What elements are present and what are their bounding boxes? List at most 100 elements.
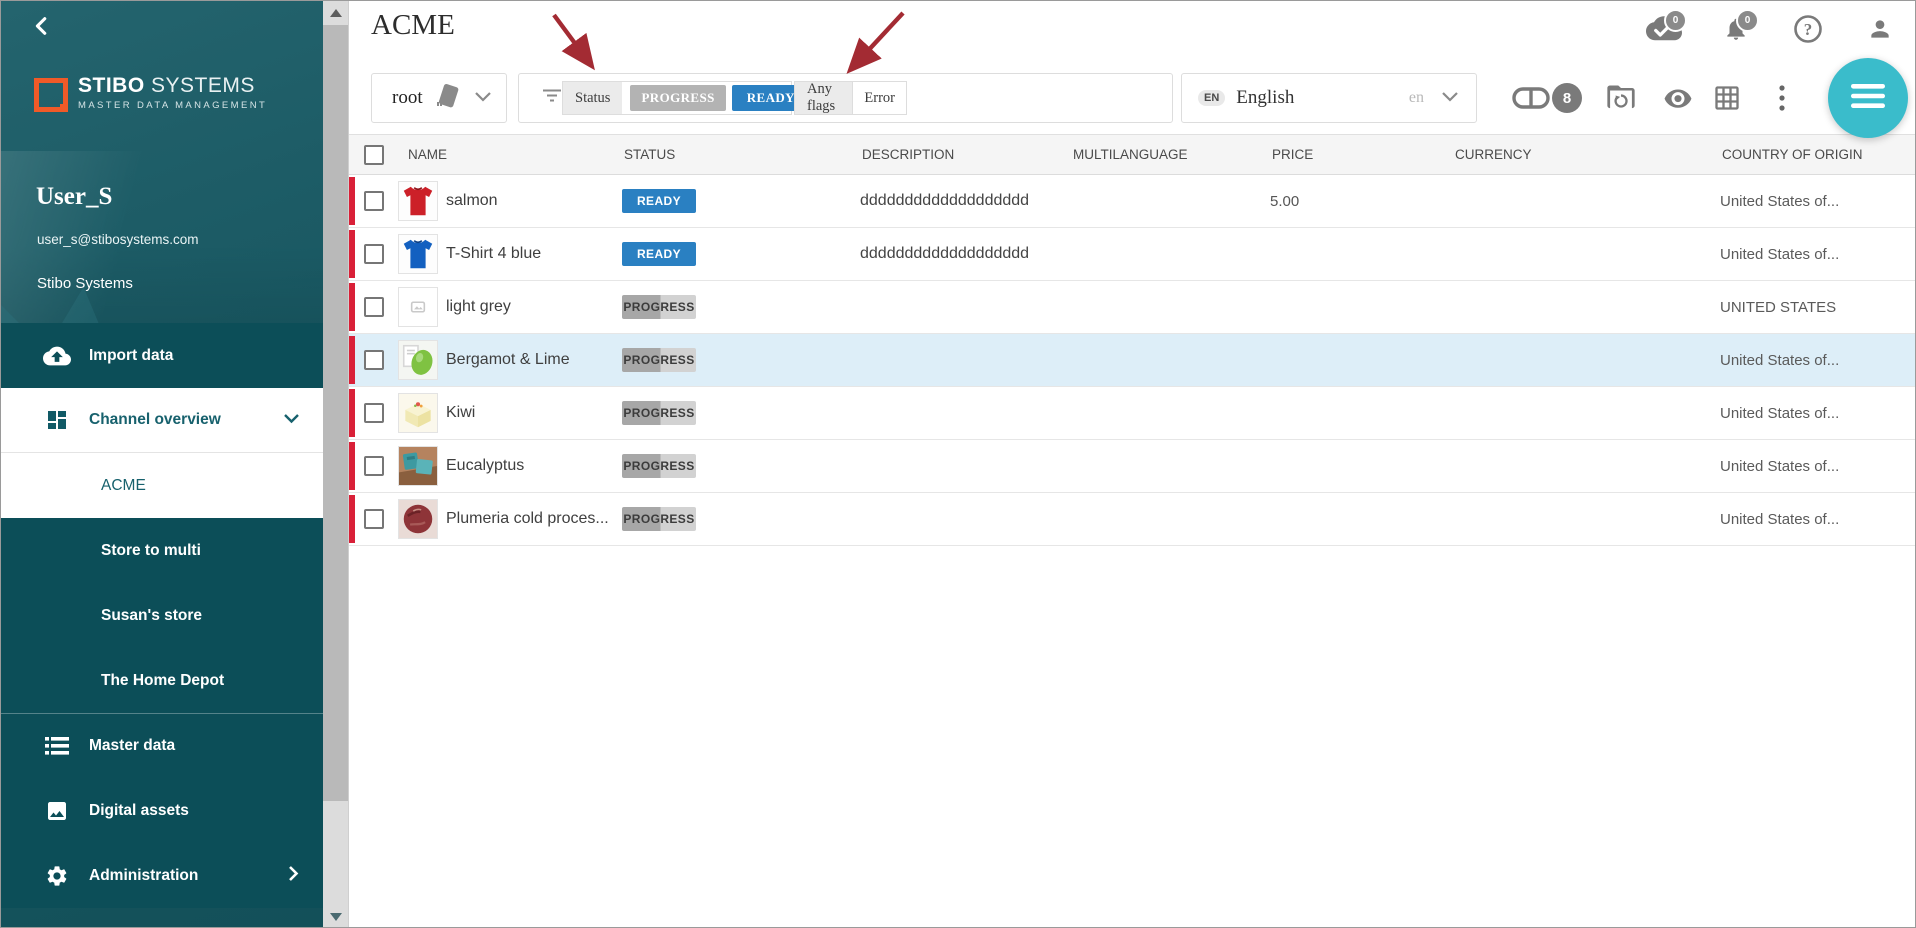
context-selector-label: root (392, 87, 423, 109)
selection-count-badge[interactable]: 8 (1552, 83, 1582, 113)
row-checkbox[interactable] (364, 350, 384, 370)
select-all-checkbox[interactable] (364, 145, 384, 165)
notification-count-badge: 0 (1664, 9, 1687, 32)
table-row[interactable]: light greyPROGRESSUNITED STATES (349, 281, 1916, 334)
sidebar-item-administration[interactable]: Administration (1, 843, 323, 908)
sidebar-item-the-home-depot[interactable]: The Home Depot (1, 648, 323, 713)
gear-icon (43, 862, 71, 890)
product-description: ddddddddddddddddddd (860, 245, 1050, 263)
column-header-multilanguage[interactable]: MULTILANGUAGE (1065, 147, 1270, 162)
sidebar-item-label: Susan's store (101, 607, 202, 625)
notification-count-badge: 0 (1736, 9, 1759, 32)
filter-bar: StatusPROGRESSREADY Any flagsError (518, 73, 1173, 123)
product-name: salmon (446, 192, 622, 210)
row-flag-stripe (349, 283, 355, 331)
scrollbar-thumb[interactable] (323, 25, 348, 801)
more-options-kebab-icon[interactable] (1767, 73, 1797, 123)
sidebar-item-channel-overview[interactable]: Channel overview (1, 388, 323, 453)
row-checkbox[interactable] (364, 297, 384, 317)
chevron-down-icon (284, 411, 299, 429)
svg-text:?: ? (1804, 20, 1813, 39)
dashboard-icon (43, 406, 71, 434)
table-view-icon[interactable] (1704, 73, 1750, 123)
row-checkbox[interactable] (364, 244, 384, 264)
sidebar-item-store-to-multi[interactable]: Store to multi (1, 518, 323, 583)
row-flag-stripe (349, 495, 355, 543)
scroll-up-arrow-icon[interactable] (330, 9, 342, 17)
sidebar-item-label: ACME (101, 477, 146, 495)
table-row[interactable]: EucalyptusPROGRESSUnited States of... (349, 440, 1916, 493)
sidebar-scrollbar[interactable] (323, 1, 349, 928)
filter-icon[interactable] (541, 88, 563, 109)
table-row[interactable]: KiwiPROGRESSUnited States of... (349, 387, 1916, 440)
product-name: Plumeria cold proces... (446, 510, 622, 528)
column-header-currency[interactable]: CURRENCY (1453, 147, 1720, 162)
table-row[interactable]: Plumeria cold proces...PROGRESSUnited St… (349, 493, 1916, 546)
row-flag-stripe (349, 442, 355, 490)
cloud-upload-icon (43, 342, 71, 370)
compare-toggle-icon[interactable] (1509, 73, 1553, 123)
product-country-of-origin: United States of... (1720, 458, 1916, 475)
product-country-of-origin: United States of... (1720, 405, 1916, 422)
scroll-down-arrow-icon[interactable] (330, 913, 342, 921)
user-email: user_s@stibosystems.com (37, 232, 199, 247)
sidebar-item-label: Channel overview (89, 411, 221, 429)
column-header-price[interactable]: PRICE (1270, 147, 1453, 162)
table-row[interactable]: T-Shirt 4 blueREADYdddddddddddddddddddUn… (349, 228, 1916, 281)
folder-sync-icon[interactable] (1598, 73, 1644, 123)
image-icon (43, 797, 71, 825)
help-icon: ? (1793, 14, 1823, 49)
sidebar-item-master-data[interactable]: Master data (1, 713, 323, 778)
product-thumbnail-placeholder (398, 287, 438, 327)
product-thumbnail-soap-maroon (398, 499, 438, 539)
column-header-name[interactable]: NAME (398, 147, 622, 162)
collapse-sidebar-button[interactable] (31, 15, 61, 45)
sidebar-item-label: Master data (89, 737, 175, 755)
table-row[interactable]: salmonREADY ddddddddddddddddddd 5.00 United… (349, 175, 1916, 228)
filter-chip-any-flags[interactable]: Any flags (795, 82, 852, 114)
product-description: ddddddddddddddddddd (860, 192, 1050, 210)
row-checkbox[interactable] (364, 456, 384, 476)
sidebar-item-susans-store[interactable]: Susan's store (1, 583, 323, 648)
table-row[interactable]: Bergamot & LimePROGRESSUnited States of.… (349, 334, 1916, 387)
row-flag-stripe (349, 177, 355, 225)
product-country-of-origin: United States of... (1720, 511, 1916, 528)
help-button[interactable]: ? (1789, 11, 1827, 51)
row-checkbox[interactable] (364, 403, 384, 423)
product-country-of-origin: United States of... (1720, 193, 1916, 210)
status-badge: READY (622, 242, 696, 266)
bell-button[interactable]: 0 (1717, 11, 1755, 51)
row-checkbox[interactable] (364, 191, 384, 211)
sidebar-item-label: Digital assets (89, 802, 189, 820)
product-country-of-origin: United States of... (1720, 352, 1916, 369)
sidebar-item-digital-assets[interactable]: Digital assets (1, 778, 323, 843)
column-header-description[interactable]: DESCRIPTION (860, 147, 1065, 162)
product-price: 5.00 (1270, 193, 1453, 210)
person-button[interactable] (1861, 11, 1899, 51)
column-header-status[interactable]: STATUS (622, 147, 860, 162)
filter-chip-status[interactable]: Status (563, 82, 622, 114)
context-selector[interactable]: root (371, 73, 507, 123)
filter-chip-progress[interactable]: PROGRESS (630, 85, 725, 111)
row-checkbox[interactable] (364, 509, 384, 529)
status-badge: READY (622, 189, 696, 213)
filter-chip-error[interactable]: Error (852, 82, 906, 114)
language-selector[interactable]: EN English en (1181, 73, 1477, 123)
product-thumbnail-tshirt-blue (398, 234, 438, 274)
main-menu-fab-button[interactable] (1828, 58, 1908, 138)
sidebar-item-acme[interactable]: ACME (1, 453, 323, 518)
preview-eye-icon[interactable] (1655, 73, 1701, 123)
row-flag-stripe (349, 230, 355, 278)
language-name: English (1236, 87, 1294, 109)
sidebar-item-import-data[interactable]: Import data (1, 323, 323, 388)
product-name: T-Shirt 4 blue (446, 245, 622, 263)
column-header-country-of-origin[interactable]: COUNTRY OF ORIGIN (1720, 147, 1916, 162)
sidebar-item-label: Store to multi (101, 542, 201, 560)
chevron-down-icon (475, 89, 491, 107)
sidebar-menu: Import data Channel overview ACME Store to … (1, 323, 323, 908)
flags-filter-group: Any flagsError (794, 81, 907, 115)
cloud-done-button[interactable]: 0 (1645, 11, 1683, 51)
product-thumbnail-soap-yellow (398, 393, 438, 433)
hamburger-menu-icon (1851, 84, 1885, 113)
sidebar: STIBO SYSTEMS MASTER DATA MANAGEMENT Use… (1, 1, 323, 928)
